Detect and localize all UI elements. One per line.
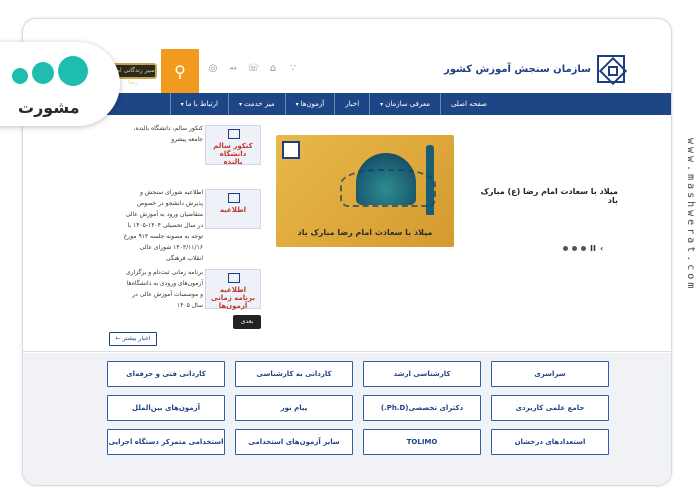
news-item[interactable]: اطلاعیه شورای سنجش و پذیرش دانشجو در خصو…: [123, 187, 261, 264]
news-text[interactable]: کنکور سالم، دانشگاه بالنده، جامعه پیشرو: [123, 123, 203, 145]
sanjesh-logo-icon: [228, 193, 240, 203]
slider-dot[interactable]: [563, 246, 568, 251]
news-thumbnail[interactable]: کنکور سالم دانشگاه بالنده: [205, 125, 261, 166]
exam-button[interactable]: پیام نور: [235, 395, 353, 421]
exam-button[interactable]: استخدامی متمرکز دستگاه اجرایی: [107, 429, 225, 455]
news-text[interactable]: اطلاعیه شورای سنجش و پذیرش دانشجو در خصو…: [123, 187, 203, 264]
news-thumbnail[interactable]: اطلاعیه برنامه زمانی آزمون‌ها: [205, 269, 261, 310]
site-logo[interactable]: سازمان سنجش آموزش کشور: [444, 55, 625, 83]
chevron-down-icon: ▾: [238, 101, 242, 108]
chevron-down-icon: ▾: [180, 101, 184, 108]
nav-home[interactable]: صفحه اصلی: [439, 93, 497, 115]
divider: [23, 351, 671, 352]
news-text[interactable]: برنامه زمانی ثبت‌نام و برگزاری آزمون‌های…: [123, 267, 203, 311]
exam-button[interactable]: TOLIMO: [363, 429, 481, 455]
header-icons: ◎ ⥇ ☏ ⌂ ∵: [207, 63, 299, 75]
exam-button[interactable]: استعدادهای درخشان: [491, 429, 609, 455]
nav-service-desk[interactable]: میز خدمت▾: [227, 93, 285, 115]
search-icon: ⚲: [174, 61, 186, 81]
exam-links-grid: سراسری کارشناسی ارشد کاردانی به کارشناسی…: [23, 353, 671, 485]
nav-exams[interactable]: آزمون‌ها▾: [284, 93, 335, 115]
exam-button[interactable]: سراسری: [491, 361, 609, 387]
news-item[interactable]: کنکور سالم، دانشگاه بالنده، جامعه پیشرو …: [123, 123, 261, 181]
search-button[interactable]: ⚲: [161, 49, 199, 93]
rss-icon[interactable]: ∵: [287, 63, 299, 75]
main-nav: صفحه اصلی معرفی سازمان▾ اخبار آزمون‌ها▾ …: [23, 93, 671, 115]
sanjesh-logo-icon: [228, 129, 240, 139]
slider-title[interactable]: میلاد با سعادت امام رضا (ع) مبارک باد: [468, 187, 618, 205]
home-icon[interactable]: ⌂: [267, 63, 279, 75]
nav-news[interactable]: اخبار: [334, 93, 369, 115]
logo-dot: [32, 62, 54, 84]
news-list: کنکور سالم، دانشگاه بالنده، جامعه پیشرو …: [123, 123, 261, 331]
slider-image[interactable]: میلاد با سعادت امام رضا مبارک باد: [276, 135, 454, 247]
mashwerat-logo: مشورت: [0, 42, 120, 126]
site-header: سیر زندگانی امام رضا ⚲ ◎ ⥇ ☏ ⌂ ∵ سازمان …: [23, 49, 671, 93]
exam-button[interactable]: جامع علمی کاربردی: [491, 395, 609, 421]
sanjesh-logo-icon: [282, 141, 300, 159]
nav-contact[interactable]: ارتباط با ما▾: [169, 93, 228, 115]
sanjesh-logo-icon: [597, 55, 625, 83]
exam-button[interactable]: سایر آزمون‌های استخدامی: [235, 429, 353, 455]
calligraphy-graphic: [340, 169, 436, 207]
exam-button[interactable]: کارشناسی ارشد: [363, 361, 481, 387]
sanjesh-logo-icon: [228, 273, 240, 283]
phone-icon[interactable]: ☏: [247, 63, 260, 75]
nav-about[interactable]: معرفی سازمان▾: [369, 93, 440, 115]
exam-button[interactable]: کاردانی فنی و حرفه‌ای: [107, 361, 225, 387]
logo-dot: [12, 68, 28, 84]
slider-dot[interactable]: [572, 246, 577, 251]
news-thumbnail[interactable]: اطلاعیه: [205, 189, 261, 229]
site-name: سازمان سنجش آموزش کشور: [444, 63, 591, 75]
slider-dot[interactable]: [581, 246, 586, 251]
more-news-button[interactable]: اخبار بیشتر ←: [109, 332, 157, 346]
exam-button[interactable]: دکترای تخصصی(Ph.D.): [363, 395, 481, 421]
slider-controls: II ‹: [563, 244, 603, 253]
chevron-left-icon[interactable]: ‹: [600, 244, 603, 253]
logo-dot: [58, 56, 88, 86]
exam-button[interactable]: کاردانی به کارشناسی: [235, 361, 353, 387]
chevron-down-icon: ▾: [295, 101, 299, 108]
pause-icon[interactable]: II: [590, 244, 596, 253]
news-next-button[interactable]: بعدی: [233, 315, 261, 329]
exam-button[interactable]: آزمون‌های بین‌الملل: [107, 395, 225, 421]
share-icon[interactable]: ⥇: [227, 63, 239, 75]
watermark-url: www.mashwerat.com: [685, 138, 696, 292]
slider-caption: میلاد با سعادت امام رضا مبارک باد: [297, 228, 433, 237]
globe-icon[interactable]: ◎: [207, 63, 219, 75]
brand-name: مشورت: [18, 98, 80, 117]
chevron-down-icon: ▾: [380, 101, 384, 108]
